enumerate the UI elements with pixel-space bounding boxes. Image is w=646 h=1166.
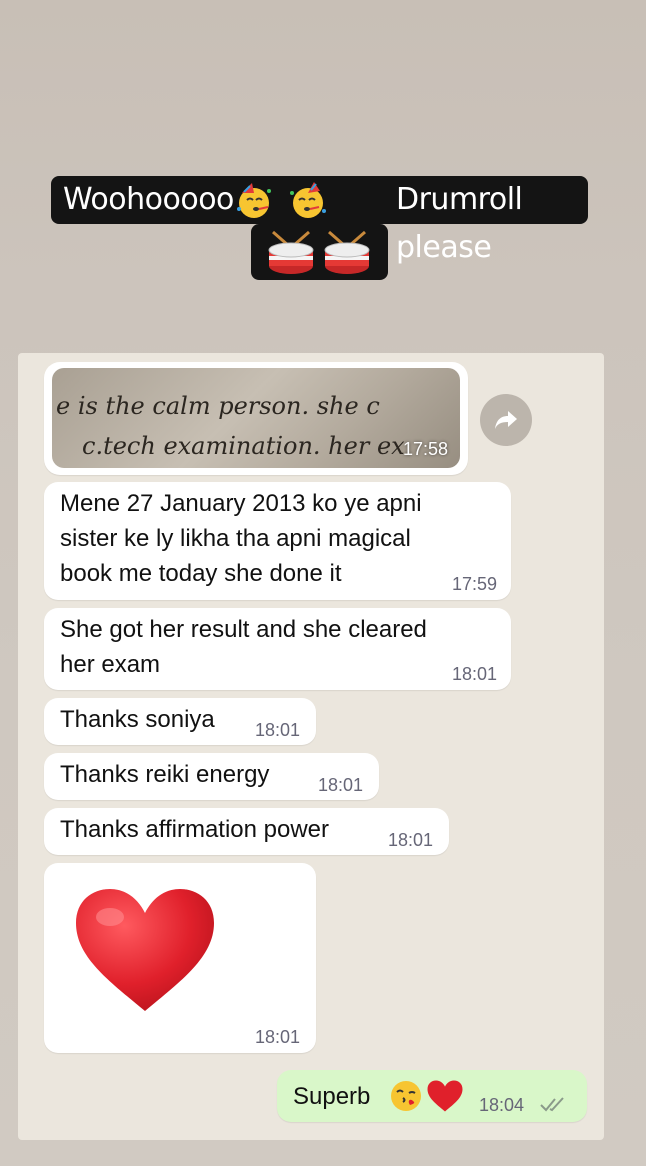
forward-button[interactable] [480, 394, 532, 446]
message-text-line: her exam [60, 651, 161, 678]
message-text: Thanks affirmation power [60, 816, 330, 843]
message-bubble[interactable]: She got her result and she cleared her e… [44, 608, 511, 690]
message-text: Thanks soniya [60, 706, 215, 733]
handwriting-line-1: e is the calm person. she c [56, 392, 380, 420]
message-text: Thanks reiki energy [60, 761, 270, 788]
red-heart-icon [76, 889, 214, 1011]
message-text: Superb [293, 1083, 371, 1110]
message-time: 17:59 [452, 574, 498, 594]
drum-icon [265, 230, 317, 280]
story-caption-line-1: Woohooooo Drumroll please [51, 176, 588, 265]
outgoing-message-bubble[interactable]: Superb 18:04 [277, 1070, 587, 1122]
kissing-face-icon [389, 1079, 423, 1118]
message-time: 18:04 [479, 1095, 525, 1115]
forward-arrow-icon [495, 411, 517, 429]
message-bubble[interactable]: Thanks reiki energy 18:01 [44, 753, 379, 800]
caption-text-woohoo: Woohooooo [63, 182, 234, 217]
message-text-line: sister ke ly likha tha apni magical [60, 525, 411, 552]
handwriting-line-2: c.tech examination. her ex [82, 432, 405, 460]
message-time: 18:01 [452, 664, 498, 684]
message-text-line: Mene 27 January 2013 ko ye apni [60, 490, 422, 517]
handwritten-note-photo[interactable]: e is the calm person. she c c.tech exami… [52, 368, 460, 468]
message-bubble[interactable]: Thanks soniya 18:01 [44, 698, 316, 745]
message-bubble[interactable]: Thanks affirmation power 18:01 [44, 808, 449, 855]
message-time: 18:01 [388, 830, 434, 850]
message-time: 18:01 [255, 1027, 301, 1047]
double-check-icon [539, 1096, 567, 1117]
red-heart-icon [427, 1080, 463, 1117]
message-text-line: She got her result and she cleared [60, 616, 427, 643]
message-time: 18:01 [255, 720, 301, 740]
message-time: 18:01 [318, 775, 364, 795]
message-bubble[interactable]: Mene 27 January 2013 ko ye apni sister k… [44, 482, 511, 600]
sticker-message-bubble[interactable]: 18:01 [44, 863, 316, 1053]
caption-text-drumroll: Drumroll please [396, 182, 523, 265]
message-text-line: book me today she done it [60, 560, 342, 587]
image-message-bubble[interactable]: e is the calm person. she c c.tech exami… [44, 362, 468, 475]
chat-screenshot: e is the calm person. she c c.tech exami… [18, 353, 604, 1140]
message-time: 17:58 [402, 439, 448, 459]
story-caption-line-2 [251, 224, 388, 280]
drum-icon [321, 230, 373, 280]
